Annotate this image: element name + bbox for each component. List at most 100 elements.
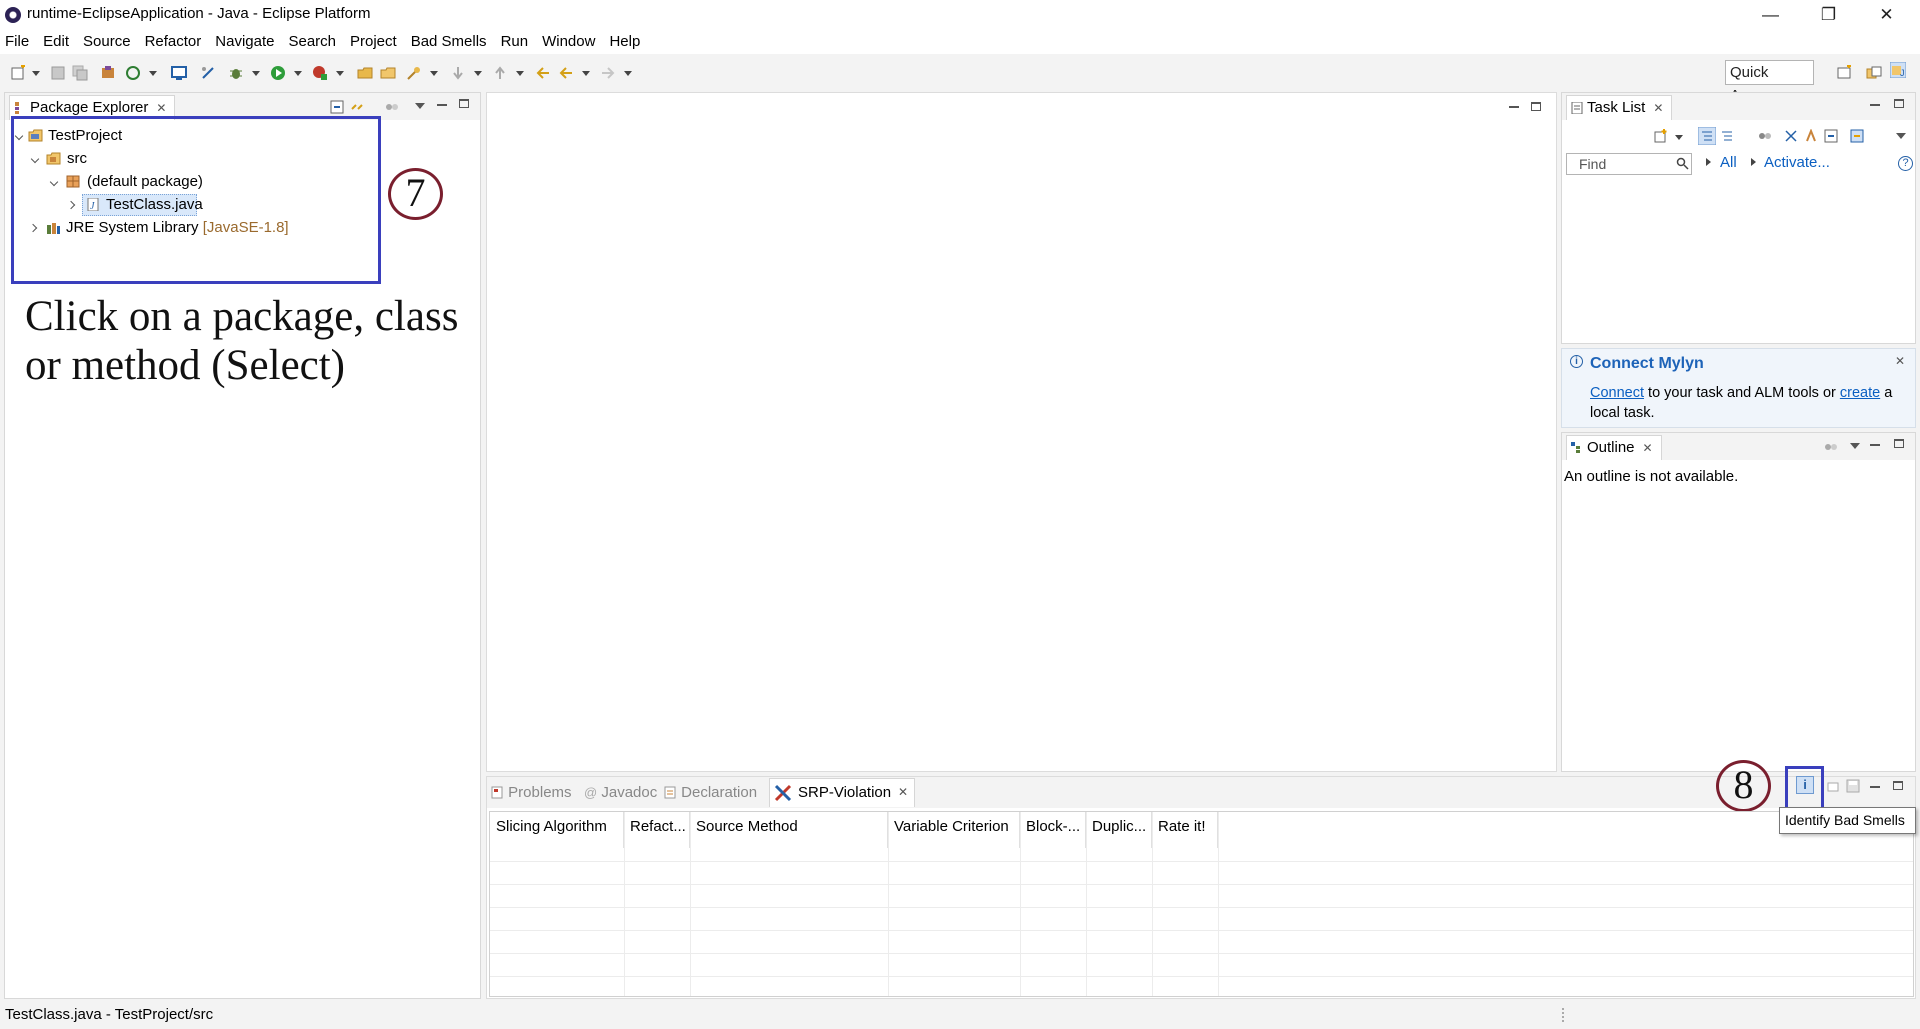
menu-search[interactable]: Search: [281, 29, 343, 54]
column-header-source-method[interactable]: Source Method: [690, 812, 888, 848]
column-header-block[interactable]: Block-...: [1020, 812, 1086, 848]
tab-declaration[interactable]: Declaration: [664, 781, 757, 805]
search-tool-icon[interactable]: [406, 65, 422, 81]
back-dropdown-icon[interactable]: [582, 71, 590, 76]
categorized-icon[interactable]: [1698, 127, 1716, 145]
task-find-input[interactable]: Find: [1566, 153, 1692, 175]
run-icon[interactable]: [270, 65, 286, 81]
maximize-icon[interactable]: [1894, 439, 1904, 448]
minimize-icon[interactable]: [1870, 444, 1880, 446]
quick-access-input[interactable]: Quick Access: [1725, 60, 1814, 104]
save-results-icon[interactable]: [1846, 779, 1860, 793]
editor-minimize-icon[interactable]: [1509, 106, 1519, 108]
external-tools-dropdown-icon[interactable]: [336, 71, 344, 76]
column-header-variable-criterion[interactable]: Variable Criterion: [888, 812, 1020, 848]
hide-completed-icon[interactable]: [1784, 129, 1798, 143]
focus-active-task-icon[interactable]: [385, 100, 399, 114]
forward-dropdown-icon[interactable]: [624, 71, 632, 76]
column-header-duplication[interactable]: Duplic...: [1086, 812, 1152, 848]
open-perspective-icon[interactable]: [1836, 65, 1852, 81]
focus-workweek-icon[interactable]: [1758, 129, 1772, 143]
identify-bad-smells-button[interactable]: i: [1796, 776, 1814, 794]
forward-icon[interactable]: [600, 65, 616, 81]
editor-area[interactable]: [486, 92, 1557, 772]
help-icon[interactable]: ?: [1898, 156, 1913, 171]
menu-project[interactable]: Project: [343, 29, 404, 54]
column-header-refactoring[interactable]: Refact...: [624, 812, 690, 848]
minimize-button[interactable]: —: [1742, 0, 1799, 29]
tab-outline[interactable]: Outline ✕: [1566, 435, 1662, 460]
connect-link[interactable]: Connect: [1590, 385, 1644, 401]
close-icon[interactable]: ✕: [1653, 96, 1663, 120]
run-refresh-icon[interactable]: [125, 65, 141, 81]
show-only-my-tasks-icon[interactable]: [1804, 129, 1818, 143]
open-type-icon[interactable]: [357, 65, 373, 81]
close-icon[interactable]: ✕: [1643, 436, 1653, 460]
outline-view-menu-icon[interactable]: [1850, 443, 1860, 449]
java-perspective-icon[interactable]: J: [1890, 62, 1906, 78]
menu-window[interactable]: Window: [535, 29, 602, 54]
mylyn-close-icon[interactable]: ✕: [1895, 354, 1905, 368]
all-filter-link[interactable]: All: [1720, 154, 1737, 171]
menu-help[interactable]: Help: [602, 29, 647, 54]
task-view-menu-icon[interactable]: [1896, 133, 1906, 139]
create-link[interactable]: create: [1840, 385, 1880, 401]
find-search-icon[interactable]: [1676, 157, 1689, 170]
bottom-minimize-icon[interactable]: [1870, 786, 1880, 788]
collapse-all-tasks-icon[interactable]: [1824, 129, 1838, 143]
new-task-dropdown-icon[interactable]: [1675, 135, 1683, 140]
outline-focus-icon[interactable]: [1824, 440, 1838, 454]
scheduled-icon[interactable]: [1720, 129, 1734, 143]
maximize-icon[interactable]: [459, 99, 469, 108]
close-icon[interactable]: ✕: [898, 785, 908, 799]
skip-breakpoints-icon[interactable]: [200, 65, 216, 81]
menu-bad-smells[interactable]: Bad Smells: [404, 29, 494, 54]
new-icon[interactable]: [10, 65, 26, 81]
package-icon[interactable]: [100, 65, 116, 81]
activate-link[interactable]: Activate...: [1764, 154, 1830, 171]
tab-task-list[interactable]: Task List ✕: [1566, 95, 1673, 120]
restore-button[interactable]: ❐: [1800, 0, 1857, 29]
tab-srp-violation[interactable]: SRP-Violation ✕: [769, 778, 915, 807]
run-refresh-dropdown-icon[interactable]: [149, 71, 157, 76]
tab-javadoc[interactable]: @ Javadoc: [584, 781, 657, 805]
synchronize-icon[interactable]: [1850, 129, 1864, 143]
minimize-icon[interactable]: [1870, 104, 1880, 106]
resource-perspective-icon[interactable]: [1866, 65, 1882, 81]
menu-file[interactable]: File: [0, 29, 36, 54]
prev-annotation-dropdown-icon[interactable]: [516, 71, 524, 76]
refactor-icon[interactable]: [1827, 781, 1839, 793]
save-icon[interactable]: [50, 65, 66, 81]
save-all-icon[interactable]: [72, 65, 88, 81]
menu-refactor[interactable]: Refactor: [138, 29, 209, 54]
new-task-icon[interactable]: [1654, 129, 1668, 143]
run-dropdown-icon[interactable]: [294, 71, 302, 76]
back-icon[interactable]: [558, 65, 574, 81]
minimize-icon[interactable]: [437, 104, 447, 106]
debug-icon[interactable]: [228, 65, 244, 81]
maximize-icon[interactable]: [1894, 99, 1904, 108]
menu-edit[interactable]: Edit: [36, 29, 76, 54]
menu-navigate[interactable]: Navigate: [208, 29, 281, 54]
open-folder-icon[interactable]: [380, 65, 396, 81]
menu-run[interactable]: Run: [494, 29, 536, 54]
link-with-editor-icon[interactable]: [350, 100, 364, 114]
view-menu-icon[interactable]: [415, 103, 425, 109]
tab-problems[interactable]: Problems: [491, 781, 572, 805]
close-window-button[interactable]: ✕: [1858, 0, 1915, 29]
column-header-rate-it[interactable]: Rate it!: [1152, 812, 1218, 848]
column-header-slicing-algorithm[interactable]: Slicing Algorithm: [490, 812, 624, 848]
bottom-maximize-icon[interactable]: [1893, 781, 1903, 790]
prev-annotation-icon[interactable]: [492, 65, 508, 81]
next-annotation-icon[interactable]: [450, 65, 466, 81]
debug-dropdown-icon[interactable]: [252, 71, 260, 76]
last-edit-icon[interactable]: [535, 65, 551, 81]
new-dropdown-icon[interactable]: [32, 71, 40, 76]
console-icon[interactable]: [171, 65, 187, 81]
menu-source[interactable]: Source: [76, 29, 138, 54]
search-tool-dropdown-icon[interactable]: [430, 71, 438, 76]
editor-maximize-icon[interactable]: [1531, 102, 1541, 111]
external-tools-icon[interactable]: [312, 65, 328, 81]
next-annotation-dropdown-icon[interactable]: [474, 71, 482, 76]
collapse-all-icon[interactable]: [330, 100, 344, 114]
